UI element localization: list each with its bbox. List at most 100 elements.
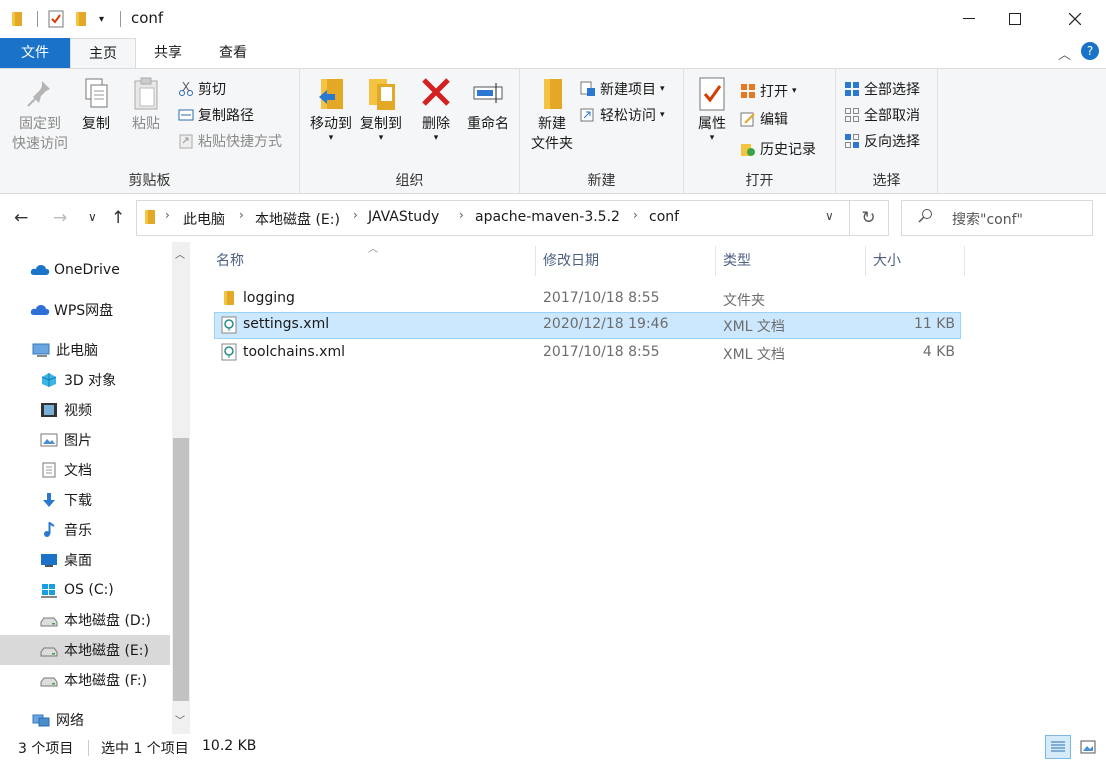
pin-quick-access-button[interactable]: 固定到 快速访问: [8, 75, 72, 154]
copy-button[interactable]: 复制: [74, 75, 118, 134]
nav-item-wps-cloud[interactable]: WPS网盘: [0, 295, 170, 325]
breadcrumb-this-pc[interactable]: 此电脑: [183, 209, 225, 229]
tab-share[interactable]: 共享: [142, 38, 194, 68]
tab-file[interactable]: 文件: [0, 38, 70, 68]
details-view-button[interactable]: [1045, 735, 1071, 759]
customize-dropdown-icon[interactable]: ▾: [99, 9, 104, 29]
delete-icon: [422, 78, 450, 106]
nav-item-network[interactable]: 网络: [0, 705, 170, 735]
easy-access-icon: [580, 108, 594, 122]
folder-icon: [10, 9, 24, 29]
select-none-button[interactable]: 全部取消: [844, 105, 920, 125]
drive-icon: [40, 617, 58, 627]
nav-item-pictures[interactable]: 图片: [0, 425, 170, 455]
nav-item-this-pc[interactable]: 此电脑: [0, 335, 170, 365]
drive-icon: [40, 647, 58, 657]
clipboard-group: 固定到 快速访问 复制 粘贴 剪切 复制路径 粘贴快捷方式 剪贴板: [0, 69, 300, 193]
nav-item-documents[interactable]: 文档: [0, 455, 170, 485]
nav-item-3d-objects[interactable]: 3D 对象: [0, 365, 170, 395]
column-divider[interactable]: [964, 246, 965, 276]
back-arrow-icon[interactable]: ←: [14, 208, 28, 228]
chevron-right-icon[interactable]: ›: [165, 208, 170, 222]
scroll-up-icon[interactable]: ︿: [175, 246, 185, 261]
address-bar[interactable]: › 此电脑 › 本地磁盘 (E:) › JAVAStudy › apache-m…: [136, 200, 850, 236]
tab-view[interactable]: 查看: [207, 38, 259, 68]
refresh-button[interactable]: ↻: [849, 200, 889, 236]
new-item-button[interactable]: 新建项目 ▾: [580, 79, 665, 99]
file-type: XML 文档: [723, 319, 785, 335]
file-size: 11 KB: [913, 316, 955, 332]
nav-item-drive-c[interactable]: OS (C:): [0, 575, 170, 605]
pin-icon: [27, 81, 50, 107]
table-row[interactable]: settings.xml 2020/12/18 19:46 XML 文档 11 …: [214, 312, 961, 339]
new-folder-quick-icon[interactable]: [74, 9, 88, 29]
network-icon: [32, 714, 50, 727]
up-arrow-icon[interactable]: ↑: [111, 208, 125, 228]
properties-button[interactable]: 属性 ▾: [690, 75, 734, 143]
address-history-chevron-icon[interactable]: ∨: [825, 209, 834, 223]
table-row[interactable]: toolchains.xml 2017/10/18 8:55 XML 文档 4 …: [214, 340, 961, 367]
nav-item-drive-d[interactable]: 本地磁盘 (D:): [0, 605, 170, 635]
edit-icon: [740, 112, 755, 127]
rename-button[interactable]: 重命名: [462, 75, 514, 134]
minimize-button[interactable]: [946, 0, 992, 38]
details-view-icon: [1051, 741, 1065, 752]
nav-item-drive-f[interactable]: 本地磁盘 (F:): [0, 665, 170, 695]
copy-to-button[interactable]: 复制到 ▾: [354, 75, 408, 143]
collapse-ribbon-icon[interactable]: ︿: [1058, 44, 1071, 63]
column-divider[interactable]: [865, 246, 866, 276]
column-divider[interactable]: [535, 246, 536, 276]
forward-arrow-icon[interactable]: →: [53, 208, 67, 228]
open-button[interactable]: 打开 ▾: [740, 81, 797, 101]
xml-file-icon: [221, 316, 237, 338]
paste-shortcut-icon: [179, 134, 193, 149]
nav-item-drive-e[interactable]: 本地磁盘 (E:): [0, 635, 170, 665]
large-icons-view-button[interactable]: [1075, 735, 1101, 759]
column-header-modified[interactable]: 修改日期: [543, 246, 599, 276]
file-name: settings.xml: [243, 316, 330, 332]
nav-item-desktop[interactable]: 桌面: [0, 545, 170, 575]
chevron-right-icon[interactable]: ›: [633, 208, 638, 222]
move-to-button[interactable]: 移动到 ▾: [304, 75, 358, 143]
tab-home[interactable]: 主页: [70, 38, 136, 69]
column-header-type[interactable]: 类型: [723, 246, 751, 276]
paste-button[interactable]: 粘贴: [124, 75, 168, 134]
file-modified: 2017/10/18 8:55: [543, 344, 660, 360]
nav-pane-scroll-thumb[interactable]: [173, 438, 189, 701]
recent-locations-chevron-icon[interactable]: ∨: [88, 210, 97, 224]
column-header-size[interactable]: 大小: [873, 246, 901, 276]
cut-button[interactable]: 剪切: [178, 79, 226, 99]
close-button[interactable]: [1052, 0, 1098, 38]
chevron-right-icon[interactable]: ›: [353, 208, 358, 222]
nav-item-videos[interactable]: 视频: [0, 395, 170, 425]
computer-icon: [32, 343, 50, 357]
divider: [120, 11, 121, 27]
chevron-right-icon[interactable]: ›: [459, 208, 464, 222]
new-folder-button[interactable]: 新建 文件夹: [524, 75, 580, 154]
invert-selection-button[interactable]: 反向选择: [844, 131, 920, 151]
column-divider[interactable]: [715, 246, 716, 276]
delete-button[interactable]: 删除 ▾: [414, 75, 458, 143]
breadcrumb-apache-maven[interactable]: apache-maven-3.5.2: [475, 209, 620, 225]
history-button[interactable]: 历史记录: [740, 139, 816, 159]
nav-item-onedrive[interactable]: OneDrive: [0, 255, 170, 285]
breadcrumb-conf[interactable]: conf: [649, 209, 679, 225]
scroll-down-icon[interactable]: ﹀: [175, 712, 185, 727]
breadcrumb-drive-e[interactable]: 本地磁盘 (E:): [255, 209, 340, 229]
copy-path-button[interactable]: 复制路径: [178, 105, 254, 125]
paste-shortcut-button[interactable]: 粘贴快捷方式: [178, 131, 282, 151]
help-icon[interactable]: ?: [1081, 42, 1099, 60]
nav-item-music[interactable]: 音乐: [0, 515, 170, 545]
select-all-button[interactable]: 全部选择: [844, 79, 920, 99]
column-header-name[interactable]: 名称: [216, 246, 244, 276]
properties-quick-icon[interactable]: [48, 9, 64, 29]
easy-access-button[interactable]: 轻松访问 ▾: [580, 105, 665, 125]
maximize-button[interactable]: [992, 0, 1038, 38]
chevron-right-icon[interactable]: ›: [239, 208, 244, 222]
table-row[interactable]: logging 2017/10/18 8:55 文件夹: [214, 286, 961, 313]
videos-icon: [41, 403, 57, 417]
edit-button[interactable]: 编辑: [740, 109, 788, 129]
nav-item-downloads[interactable]: 下载: [0, 485, 170, 515]
search-box[interactable]: 搜索"conf": [901, 200, 1093, 236]
breadcrumb-javastudy[interactable]: JAVAStudy: [368, 209, 439, 225]
